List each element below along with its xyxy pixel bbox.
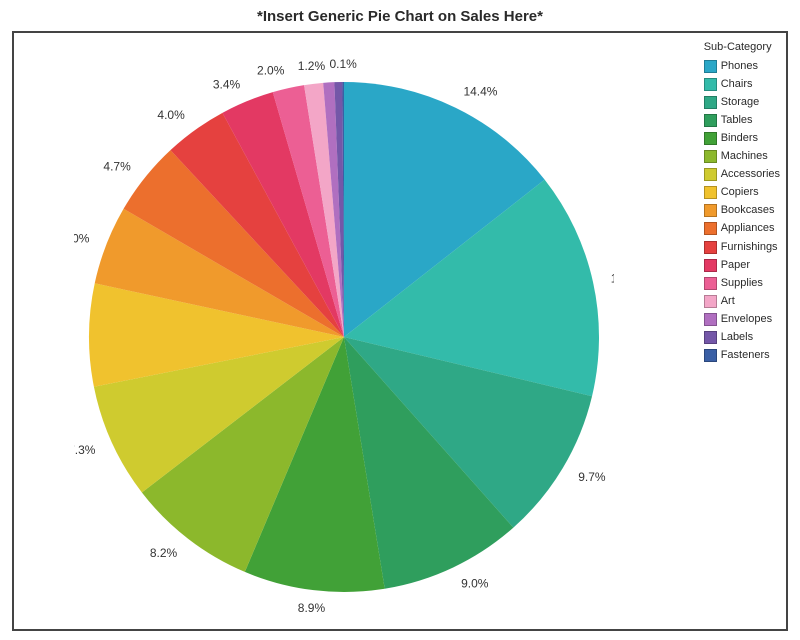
pie-chart: 14.4%14.3%9.7%9.0%8.9%8.2%7.3%6.5%5.0%4.… [74, 55, 614, 615]
legend-item: Art [704, 293, 780, 310]
legend-label: Copiers [721, 184, 759, 201]
legend-swatch [704, 349, 717, 362]
slice-label: 8.9% [298, 601, 326, 615]
legend-swatch [704, 204, 717, 217]
legend-label: Paper [721, 257, 750, 274]
legend-label: Envelopes [721, 311, 772, 328]
legend-label: Tables [721, 112, 753, 129]
slice-label: 2.0% [257, 64, 285, 78]
legend-item: Fasteners [704, 347, 780, 364]
legend-item: Binders [704, 130, 780, 147]
slice-label: 8.2% [150, 546, 178, 560]
legend-label: Supplies [721, 275, 763, 292]
legend-label: Binders [721, 130, 758, 147]
legend-swatch [704, 277, 717, 290]
legend-label: Fasteners [721, 347, 770, 364]
legend: Sub-Category PhonesChairsStorageTablesBi… [704, 39, 780, 365]
slice-label: 7.3% [74, 443, 96, 457]
legend-swatch [704, 114, 717, 127]
legend-label: Bookcases [721, 202, 775, 219]
chart-title: *Insert Generic Pie Chart on Sales Here* [12, 8, 788, 25]
legend-item: Appliances [704, 220, 780, 237]
legend-swatch [704, 331, 717, 344]
legend-label: Furnishings [721, 239, 778, 256]
legend-label: Appliances [721, 220, 775, 237]
legend-label: Machines [721, 148, 768, 165]
legend-item: Envelopes [704, 311, 780, 328]
legend-swatch [704, 313, 717, 326]
legend-label: Labels [721, 329, 753, 346]
legend-swatch [704, 168, 717, 181]
legend-label: Phones [721, 58, 758, 75]
legend-swatch [704, 295, 717, 308]
slice-label: 14.4% [463, 85, 497, 99]
legend-item: Bookcases [704, 202, 780, 219]
legend-swatch [704, 150, 717, 163]
legend-swatch [704, 259, 717, 272]
legend-label: Art [721, 293, 735, 310]
legend-label: Chairs [721, 76, 753, 93]
slice-label: 9.0% [461, 577, 489, 591]
slice-label: 14.3% [611, 272, 614, 286]
legend-item: Phones [704, 58, 780, 75]
legend-item: Copiers [704, 184, 780, 201]
legend-swatch [704, 96, 717, 109]
slice-label: 9.7% [578, 470, 606, 484]
slice-label: 5.0% [74, 231, 90, 245]
legend-item: Machines [704, 148, 780, 165]
legend-item: Supplies [704, 275, 780, 292]
legend-swatch [704, 60, 717, 73]
legend-title: Sub-Category [704, 39, 780, 56]
legend-swatch [704, 241, 717, 254]
legend-swatch [704, 186, 717, 199]
slice-label: 4.7% [103, 159, 131, 173]
legend-item: Storage [704, 94, 780, 111]
legend-item: Labels [704, 329, 780, 346]
legend-swatch [704, 78, 717, 91]
slice-label: 1.2% [298, 59, 326, 73]
legend-item: Paper [704, 257, 780, 274]
legend-item: Chairs [704, 76, 780, 93]
legend-item: Furnishings [704, 239, 780, 256]
slice-label: 4.0% [157, 108, 185, 122]
slice-label: 0.1% [329, 57, 357, 71]
chart-frame: 14.4%14.3%9.7%9.0%8.9%8.2%7.3%6.5%5.0%4.… [12, 31, 788, 631]
legend-swatch [704, 222, 717, 235]
legend-label: Accessories [721, 166, 780, 183]
legend-swatch [704, 132, 717, 145]
legend-item: Accessories [704, 166, 780, 183]
slice-label: 3.4% [213, 77, 241, 91]
legend-label: Storage [721, 94, 760, 111]
legend-item: Tables [704, 112, 780, 129]
